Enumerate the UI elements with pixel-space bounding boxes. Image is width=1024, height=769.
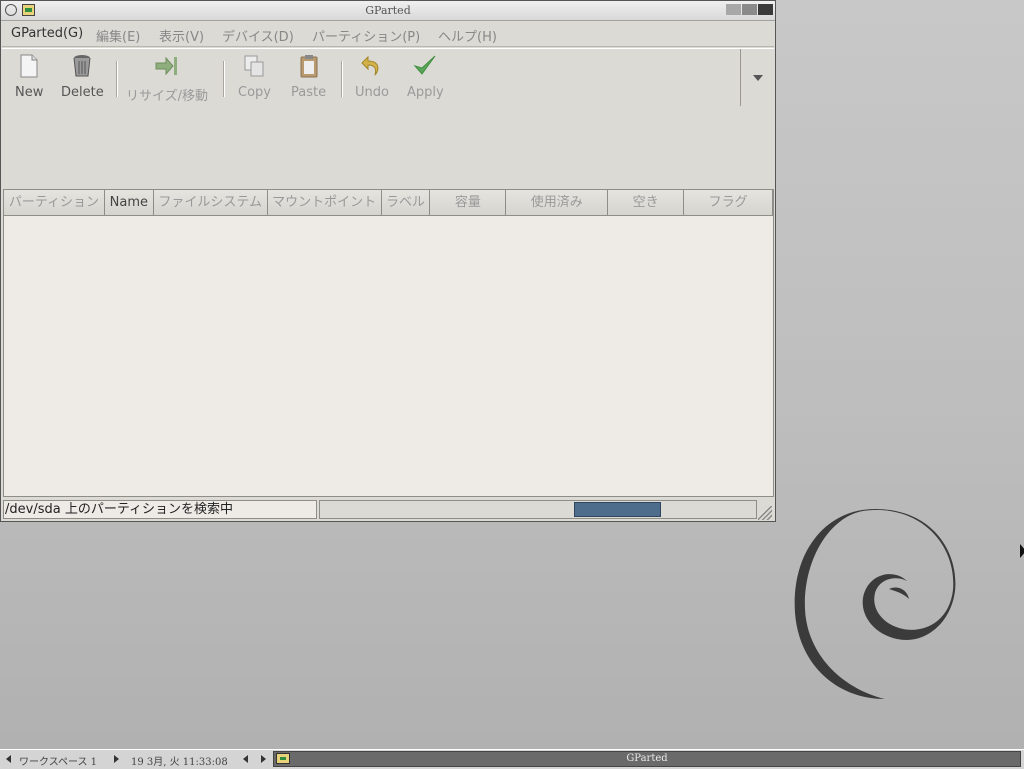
col-partition[interactable]: パーティション (4, 190, 105, 216)
resize-arrow-icon (155, 56, 177, 76)
minimize-button[interactable] (726, 4, 741, 15)
status-message: /dev/sda 上のパーティションを検索中 (3, 500, 317, 519)
col-size[interactable]: 容量 (430, 190, 507, 216)
new-button[interactable]: New (15, 53, 43, 100)
debian-swirl-logo (794, 509, 956, 699)
trash-can-icon (73, 55, 91, 77)
clock: 19 3月, 火 11:33:08 (131, 757, 228, 768)
title-bar[interactable]: GParted (1, 1, 775, 21)
table-header: パーティション Name ファイルシステム マウントポイント ラベル 容量 使用… (4, 190, 774, 217)
window-controls (726, 4, 773, 15)
undo-label: Undo (355, 85, 389, 100)
device-graph-area (2, 107, 774, 189)
paste-label: Paste (291, 85, 327, 100)
apply-button[interactable]: Apply (407, 53, 444, 100)
copy-button[interactable]: Copy (238, 53, 271, 100)
task-name: GParted (626, 753, 668, 764)
menu-help[interactable]: ヘルプ(H) (438, 26, 497, 45)
workspace-next-icon[interactable] (114, 755, 119, 763)
workspace-label[interactable]: ワークスペース 1 (19, 753, 97, 768)
undo-button[interactable]: Undo (355, 53, 389, 100)
taskbar-item-gparted[interactable]: GParted (273, 751, 1021, 767)
col-filesystem[interactable]: ファイルシステム (153, 190, 268, 216)
menu-view[interactable]: 表示(V) (159, 26, 204, 45)
menu-bar: GParted(G) 編集(E) 表示(V) デバイス(D) パーティション(P… (2, 21, 774, 47)
copy-icon (244, 55, 264, 77)
copy-label: Copy (238, 85, 271, 100)
status-bar: /dev/sda 上のパーティションを検索中 (2, 499, 774, 521)
window-title: GParted (365, 4, 411, 17)
task-next-icon[interactable] (261, 755, 266, 763)
menu-edit[interactable]: 編集(E) (96, 26, 140, 45)
toolbar: New Delete リサイズ/移動 Copy Paste Undo Apply (2, 48, 774, 108)
new-label: New (15, 85, 44, 100)
toolbar-separator (341, 61, 342, 97)
mouse-pointer-icon (1020, 544, 1024, 558)
close-button[interactable] (758, 4, 773, 15)
toolbar-separator (223, 61, 224, 97)
delete-label: Delete (61, 85, 104, 100)
paste-button[interactable]: Paste (291, 53, 326, 100)
col-flags[interactable]: フラグ (684, 190, 774, 216)
checkmark-icon (413, 55, 436, 75)
menu-gparted[interactable]: GParted(G) (11, 26, 83, 41)
toolbar-separator (116, 61, 117, 97)
col-label[interactable]: ラベル (381, 190, 431, 216)
gparted-window: GParted GParted(G) 編集(E) 表示(V) デバイス(D) パ… (0, 0, 776, 522)
paste-icon (300, 55, 318, 78)
menu-partition[interactable]: パーティション(P) (312, 26, 420, 45)
delete-button[interactable]: Delete (61, 53, 104, 100)
toolbar-overflow-button[interactable] (740, 49, 774, 106)
col-free[interactable]: 空き (608, 190, 685, 216)
apply-label: Apply (407, 85, 444, 100)
task-prev-icon[interactable] (243, 755, 248, 763)
col-used[interactable]: 使用済み (506, 190, 609, 216)
resize-grip-icon[interactable] (758, 506, 772, 520)
resize-move-label: リサイズ/移動 (126, 89, 208, 104)
workspace-prev-icon[interactable] (6, 755, 11, 763)
undo-icon (361, 55, 379, 76)
document-icon (20, 54, 38, 78)
menu-device[interactable]: デバイス(D) (222, 26, 294, 45)
col-mountpoint[interactable]: マウントポイント (267, 190, 382, 216)
progress-bar (319, 500, 757, 519)
resize-move-button[interactable]: リサイズ/移動 (126, 53, 208, 104)
taskbar: ワークスペース 1 19 3月, 火 11:33:08 GParted (0, 749, 1024, 769)
maximize-button[interactable] (742, 4, 757, 15)
partition-table[interactable]: パーティション Name ファイルシステム マウントポイント ラベル 容量 使用… (3, 189, 774, 497)
col-name[interactable]: Name (104, 190, 154, 216)
progress-pulse (574, 502, 661, 517)
